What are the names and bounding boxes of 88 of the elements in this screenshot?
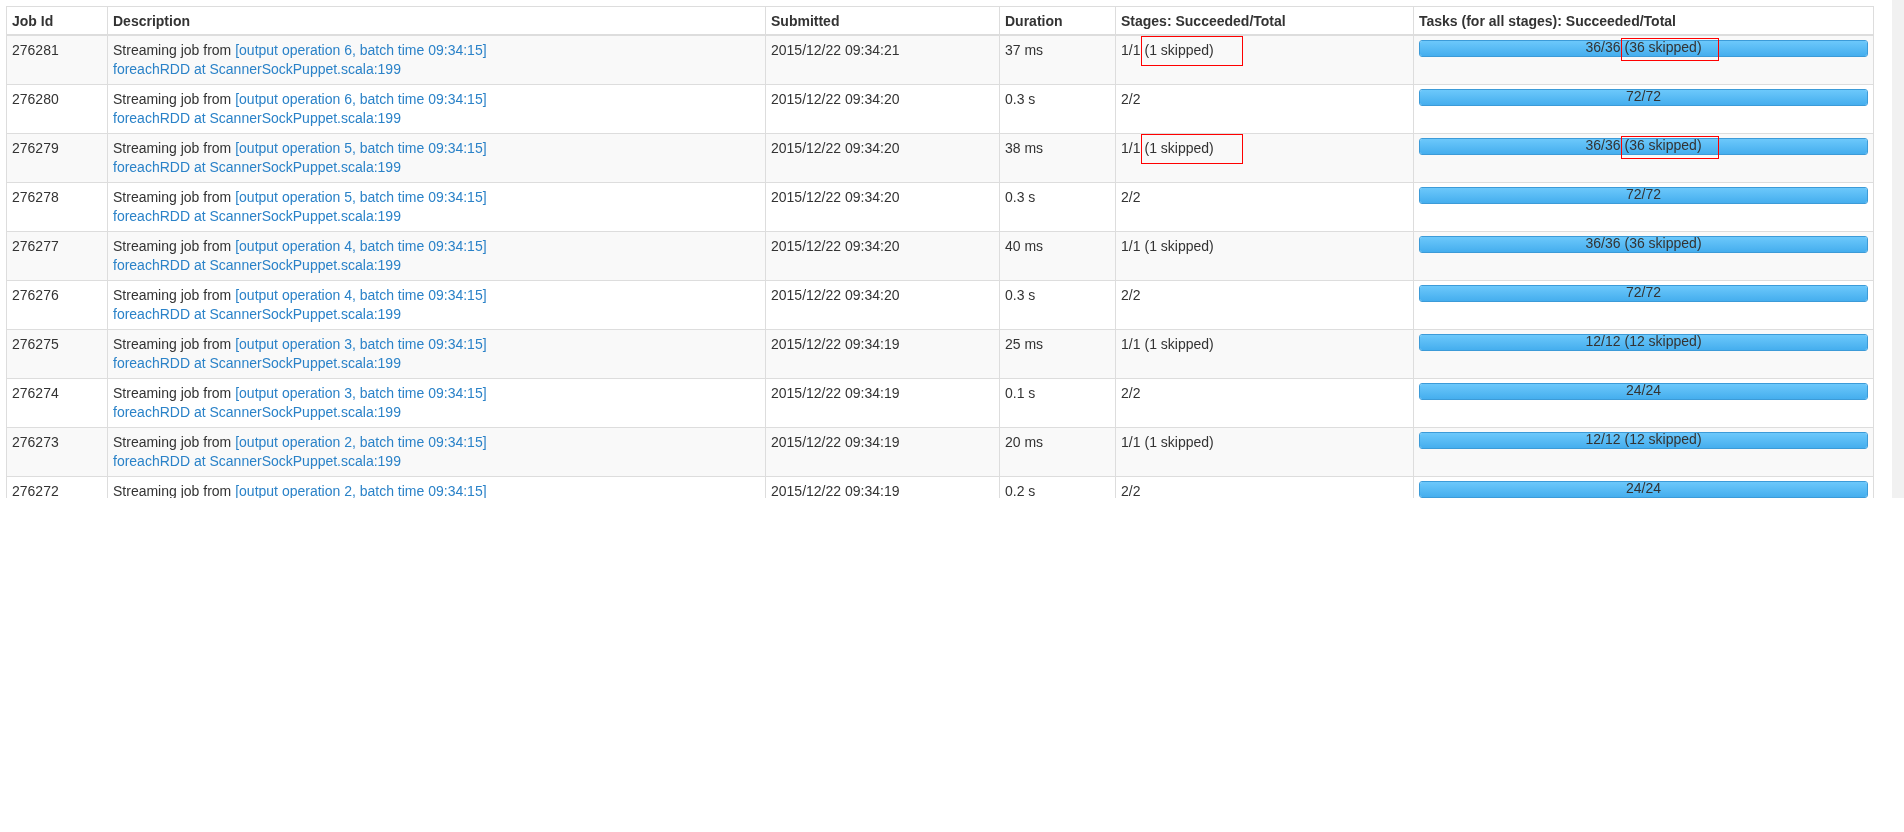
table-cell: 276278 [6, 182, 108, 232]
batch-link[interactable]: [output operation 6, batch time 09:34:15] [235, 91, 487, 107]
task-count: 12/12 [1585, 431, 1621, 447]
skipped-count: (12 skipped) [1624, 333, 1702, 349]
stage-count: 1/1 [1121, 140, 1141, 156]
table-cell: 2015/12/22 09:34:21 [765, 35, 1000, 85]
call-site-link[interactable]: foreachRDD at ScannerSockPuppet.scala:199 [113, 306, 401, 322]
description-text: Streaming job from [output operation 5, batch time 09:34:15] [113, 188, 488, 207]
task-count: 12/12 [1585, 333, 1621, 349]
stage-count: 1/1 [1121, 434, 1141, 450]
task-count: 72/72 [1625, 88, 1661, 104]
batch-link[interactable]: [output operation 3, batch time 09:34:15] [235, 385, 487, 401]
table-cell: 2015/12/22 09:34:20 [765, 133, 1000, 183]
table-cell: 276274 [6, 378, 108, 428]
description-text: Streaming job from [output operation 4, batch time 09:34:15] [113, 286, 488, 305]
table-cell: 38 ms [999, 133, 1116, 183]
batch-link[interactable]: [output operation 5, batch time 09:34:15] [235, 189, 487, 205]
call-site-link[interactable]: foreachRDD at ScannerSockPuppet.scala:199 [113, 110, 401, 126]
table-cell: 276280 [6, 84, 108, 134]
stage-count: 1/1 [1121, 336, 1141, 352]
table-cell: 2015/12/22 09:34:20 [765, 182, 1000, 232]
batch-link[interactable]: [output operation 6, batch time 09:34:15] [235, 42, 487, 58]
task-count: 36/36 [1585, 235, 1621, 251]
batch-link[interactable]: [output operation 3, batch time 09:34:15] [235, 336, 487, 352]
table-cell: 2015/12/22 09:34:20 [765, 84, 1000, 134]
batch-link[interactable]: [output operation 4, batch time 09:34:15] [235, 238, 487, 254]
call-site-link[interactable]: foreachRDD at ScannerSockPuppet.scala:199 [113, 257, 401, 273]
call-site-link[interactable]: foreachRDD at ScannerSockPuppet.scala:199 [113, 208, 401, 224]
table-cell: 2015/12/22 09:34:19 [765, 329, 1000, 379]
task-count: 24/24 [1625, 382, 1661, 398]
table-cell: 0.3 s [999, 84, 1116, 134]
table-cell: 25 ms [999, 329, 1116, 379]
description-text: Streaming job from [output operation 4, batch time 09:34:15] [113, 237, 488, 256]
description-text: Streaming job from [output operation 2, batch time 09:34:15] [113, 433, 488, 452]
skipped-count: (1 skipped) [1144, 238, 1214, 254]
table-cell: 0.1 s [999, 378, 1116, 428]
task-count: 72/72 [1625, 284, 1661, 300]
task-count: 36/36 [1585, 137, 1621, 153]
table-cell: 276281 [6, 35, 108, 85]
table-cell: 2015/12/22 09:34:20 [765, 231, 1000, 281]
table-cell: 276276 [6, 280, 108, 330]
skipped-count: (1 skipped) [1144, 336, 1214, 352]
stage-count: 2/2 [1121, 189, 1141, 205]
description-text: Streaming job from [output operation 2, batch time 09:34:15] [113, 482, 488, 498]
description-text: Streaming job from [output operation 5, batch time 09:34:15] [113, 139, 488, 158]
batch-link[interactable]: [output operation 4, batch time 09:34:15] [235, 287, 487, 303]
stage-count: 1/1 [1121, 238, 1141, 254]
table-cell: 276277 [6, 231, 108, 281]
stage-count: 1/1 [1121, 42, 1141, 58]
stage-count: 2/2 [1121, 287, 1141, 303]
call-site-link[interactable]: foreachRDD at ScannerSockPuppet.scala:199 [113, 159, 401, 175]
stage-count: 2/2 [1121, 483, 1141, 498]
table-cell: 2015/12/22 09:34:19 [765, 427, 1000, 477]
stage-count: 2/2 [1121, 385, 1141, 401]
table-cell: 276279 [6, 133, 108, 183]
skipped-count: (1 skipped) [1144, 140, 1214, 156]
table-cell: 276272 [6, 476, 108, 498]
call-site-link[interactable]: foreachRDD at ScannerSockPuppet.scala:199 [113, 453, 401, 469]
batch-link[interactable]: [output operation 5, batch time 09:34:15] [235, 140, 487, 156]
table-cell: 276273 [6, 427, 108, 477]
table-cell: 0.3 s [999, 280, 1116, 330]
task-count: 72/72 [1625, 186, 1661, 202]
call-site-link[interactable]: foreachRDD at ScannerSockPuppet.scala:199 [113, 61, 401, 77]
table-cell: 37 ms [999, 35, 1116, 85]
batch-link[interactable]: [output operation 2, batch time 09:34:15] [235, 434, 487, 450]
call-site-link[interactable]: foreachRDD at ScannerSockPuppet.scala:199 [113, 355, 401, 371]
table-cell: 2015/12/22 09:34:19 [765, 378, 1000, 428]
table-cell: 2015/12/22 09:34:19 [765, 476, 1000, 498]
skipped-count: (36 skipped) [1624, 235, 1702, 251]
call-site-link[interactable]: foreachRDD at ScannerSockPuppet.scala:199 [113, 404, 401, 420]
skipped-count: (36 skipped) [1624, 39, 1702, 55]
table-cell: 2015/12/22 09:34:20 [765, 280, 1000, 330]
table-cell: 20 ms [999, 427, 1116, 477]
skipped-count: (36 skipped) [1624, 137, 1702, 153]
skipped-count: (1 skipped) [1144, 434, 1214, 450]
table-cell: 276275 [6, 329, 108, 379]
task-count: 36/36 [1585, 39, 1621, 55]
skipped-count: (1 skipped) [1144, 42, 1214, 58]
table-cell: 40 ms [999, 231, 1116, 281]
description-text: Streaming job from [output operation 6, batch time 09:34:15] [113, 90, 488, 109]
skipped-count: (12 skipped) [1624, 431, 1702, 447]
table-cell: 0.3 s [999, 182, 1116, 232]
description-text: Streaming job from [output operation 6, batch time 09:34:15] [113, 41, 488, 60]
batch-link[interactable]: [output operation 2, batch time 09:34:15] [235, 483, 487, 498]
task-count: 24/24 [1625, 480, 1661, 496]
stage-count: 2/2 [1121, 91, 1141, 107]
description-text: Streaming job from [output operation 3, batch time 09:34:15] [113, 335, 488, 354]
description-text: Streaming job from [output operation 3, batch time 09:34:15] [113, 384, 488, 403]
